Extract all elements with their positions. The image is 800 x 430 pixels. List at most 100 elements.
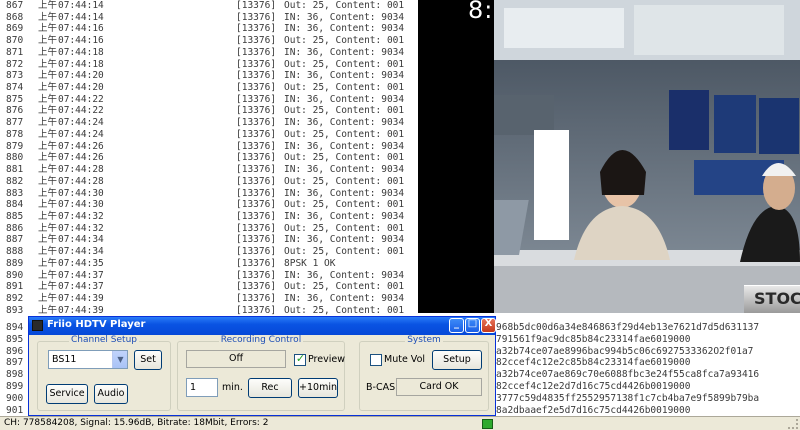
log-message: IN: 36, Content: 9034 (284, 70, 405, 82)
log-line-number: 871 (6, 46, 24, 58)
log-ampm: 上午 (38, 140, 58, 152)
log-ampm: 上午 (38, 58, 58, 70)
log-process-id: [13376] (236, 93, 277, 105)
maximize-button[interactable]: □ (465, 318, 480, 333)
title-bar[interactable]: Friio HDTV Player _ □ X (29, 317, 496, 335)
log-time: 07:44:14 (58, 0, 104, 11)
log-line-number: 893 (6, 304, 24, 316)
log-ampm: 上午 (38, 152, 58, 164)
log-line-number: 874 (6, 82, 24, 94)
log-line-number: 886 (6, 222, 24, 234)
log-time: 07:44:26 (58, 152, 104, 164)
log-line-number: 888 (6, 246, 24, 258)
log-row: 882 上午 07:44:28 [13376] Out: 25, Content: 00… (0, 176, 418, 188)
recording-control-group: Recording Control Off ✓ Preview 1 min. R… (177, 335, 345, 411)
preview-checkbox[interactable]: ✓ (294, 352, 306, 366)
log-row: 876 上午 07:44:22 [13376] Out: 25, Content: 00… (0, 105, 418, 117)
log-process-id: [13376] (236, 11, 277, 23)
log-ampm: 上午 (38, 199, 58, 211)
log-ampm: 上午 (38, 23, 58, 35)
status-bar: CH: 778584208, Signal: 15.96dB, Bitrate:… (0, 416, 800, 430)
set-channel-button[interactable]: Set (134, 350, 162, 370)
log-line-number: 890 (6, 269, 24, 281)
close-icon: X (484, 318, 493, 329)
program-logo-text: STOCK VOICE (754, 289, 800, 308)
log-line-number: 899 (6, 381, 24, 392)
log-time: 07:44:16 (58, 23, 104, 35)
log-hex-data: 8a2dbaaef2e5d7d16c75cd4426b0019000 (496, 404, 691, 416)
log-process-id: [13376] (236, 164, 277, 176)
service-button[interactable]: Service (46, 384, 88, 404)
log-ampm: 上午 (38, 82, 58, 94)
setup-button[interactable]: Setup (432, 350, 482, 370)
minimize-button[interactable]: _ (449, 318, 464, 333)
log-process-id: [13376] (236, 128, 277, 140)
video-preview: 8:44 (418, 0, 800, 313)
log-message: IN: 36, Content: 9034 (284, 93, 405, 105)
log-time: 07:44:39 (58, 293, 104, 304)
mute-volume-label: Mute Vol (384, 354, 426, 365)
log-message: Out: 25, Content: 001 (284, 105, 405, 117)
minutes-input[interactable]: 1 (186, 378, 218, 397)
log-process-id: [13376] (236, 0, 277, 11)
log-message: Out: 25, Content: 001 (284, 246, 405, 258)
log-row: 892 上午 07:44:39 [13376] IN: 36, Content: 903… (0, 293, 418, 305)
log-process-id: [13376] (236, 58, 277, 70)
log-row: 870 上午 07:44:16 [13376] Out: 25, Content: 00… (0, 35, 418, 47)
log-process-id: [13376] (236, 281, 277, 293)
add-10-min-button[interactable]: +10min (298, 378, 338, 398)
log-process-id: [13376] (236, 269, 277, 281)
log-line-number: 875 (6, 93, 24, 105)
log-process-id: [13376] (236, 23, 277, 35)
log-time: 07:44:26 (58, 140, 104, 152)
log-message: IN: 36, Content: 9034 (284, 11, 405, 23)
channel-select-value: BS11 (52, 354, 77, 365)
log-row: 868 上午 07:44:14 [13376] IN: 36, Content: 903… (0, 12, 418, 24)
log-line-number: 897 (6, 357, 24, 369)
log-row: 887 上午 07:44:34 [13376] IN: 36, Content: 903… (0, 234, 418, 246)
log-message: Out: 25, Content: 001 (284, 58, 405, 70)
log-row: 888 上午 07:44:34 [13376] Out: 25, Content: 00… (0, 246, 418, 258)
log-process-id: [13376] (236, 234, 277, 246)
window-title: Friio HDTV Player (47, 319, 146, 330)
log-process-id: [13376] (236, 257, 277, 269)
log-time: 07:44:20 (58, 82, 104, 94)
log-ampm: 上午 (38, 257, 58, 269)
log-hex-data: 82ccef4c12e2c85b84c23314fae6019000 (496, 357, 691, 369)
audio-button[interactable]: Audio (94, 384, 128, 404)
log-row: 885 上午 07:44:32 [13376] IN: 36, Content: 903… (0, 211, 418, 223)
log-line-number: 879 (6, 140, 24, 152)
record-button[interactable]: Rec (248, 378, 292, 398)
log-row: 883 上午 07:44:30 [13376] IN: 36, Content: 903… (0, 188, 418, 200)
system-title: System (405, 335, 443, 345)
broadcast-scene (494, 0, 800, 313)
log-ampm: 上午 (38, 187, 58, 199)
log-process-id: [13376] (236, 105, 277, 117)
log-line-number: 867 (6, 0, 24, 11)
log-process-id: [13376] (236, 175, 277, 187)
log-hex-data: 3777c59d4835ff2552957138f1c7cb4ba7e9f589… (496, 392, 760, 404)
log-process-id: [13376] (236, 246, 277, 258)
log-message: Out: 25, Content: 001 (284, 152, 405, 164)
mute-volume-checkbox[interactable] (370, 354, 382, 366)
chevron-down-icon[interactable]: ▼ (112, 351, 127, 368)
checkmark-icon: ✓ (295, 352, 306, 365)
log-line-number: 873 (6, 70, 24, 82)
log-message: Out: 25, Content: 001 (284, 0, 405, 11)
recording-control-title: Recording Control (218, 335, 304, 345)
log-time: 07:44:37 (58, 281, 104, 293)
log-time: 07:44:24 (58, 117, 104, 129)
channel-select[interactable]: BS11 ▼ (48, 350, 128, 369)
log-process-id: [13376] (236, 304, 277, 316)
log-process-id: [13376] (236, 117, 277, 129)
log-ampm: 上午 (38, 281, 58, 293)
log-message: Out: 25, Content: 001 (284, 128, 405, 140)
log-line-number: 880 (6, 152, 24, 164)
status-text: CH: 778584208, Signal: 15.96dB, Bitrate:… (4, 418, 269, 428)
resize-grip-icon[interactable] (788, 419, 798, 429)
log-message: 8PSK 1 OK (284, 257, 336, 269)
log-ampm: 上午 (38, 293, 58, 304)
close-button[interactable]: X (481, 318, 496, 333)
log-row: 869 上午 07:44:16 [13376] IN: 36, Content: 903… (0, 23, 418, 35)
channel-setup-group: Channel Setup BS11 ▼ Set Service Audio (37, 335, 171, 411)
